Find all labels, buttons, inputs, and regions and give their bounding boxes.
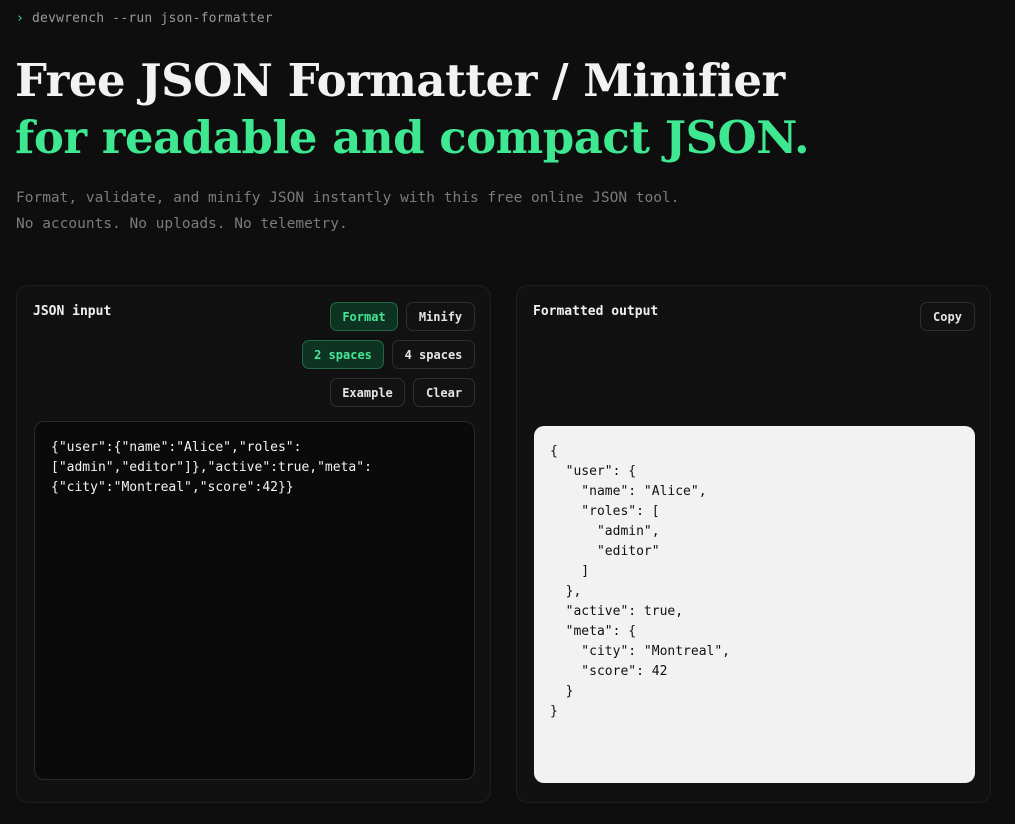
formatted-output-title: Formatted output [533, 304, 659, 319]
json-input-textarea[interactable]: {"user":{"name":"Alice","roles": ["admin… [34, 421, 475, 780]
page-title: Free JSON Formatter / Minifier [15, 54, 785, 107]
command-prompt: › devwrench --run json-formatter [16, 11, 273, 26]
page-subtitle: for readable and compact JSON. [15, 111, 810, 164]
prompt-caret-icon: › [16, 11, 25, 26]
json-input-panel: JSON input Format Minify 2 spaces 4 spac… [16, 285, 491, 803]
formatted-output-panel: Formatted output Copy { "user": { "name"… [516, 285, 991, 803]
example-button[interactable]: Example [330, 378, 405, 407]
two-spaces-button[interactable]: 2 spaces [302, 340, 384, 369]
json-input-title: JSON input [33, 304, 112, 319]
format-button[interactable]: Format [330, 302, 398, 331]
page-description: Format, validate, and minify JSON instan… [16, 190, 680, 232]
formatted-output-area[interactable]: { "user": { "name": "Alice", "roles": [ … [534, 426, 975, 783]
clear-button[interactable]: Clear [413, 378, 475, 407]
copy-button[interactable]: Copy [920, 302, 975, 331]
four-spaces-button[interactable]: 4 spaces [392, 340, 475, 369]
minify-button[interactable]: Minify [406, 302, 475, 331]
prompt-command: devwrench --run json-formatter [32, 11, 273, 26]
